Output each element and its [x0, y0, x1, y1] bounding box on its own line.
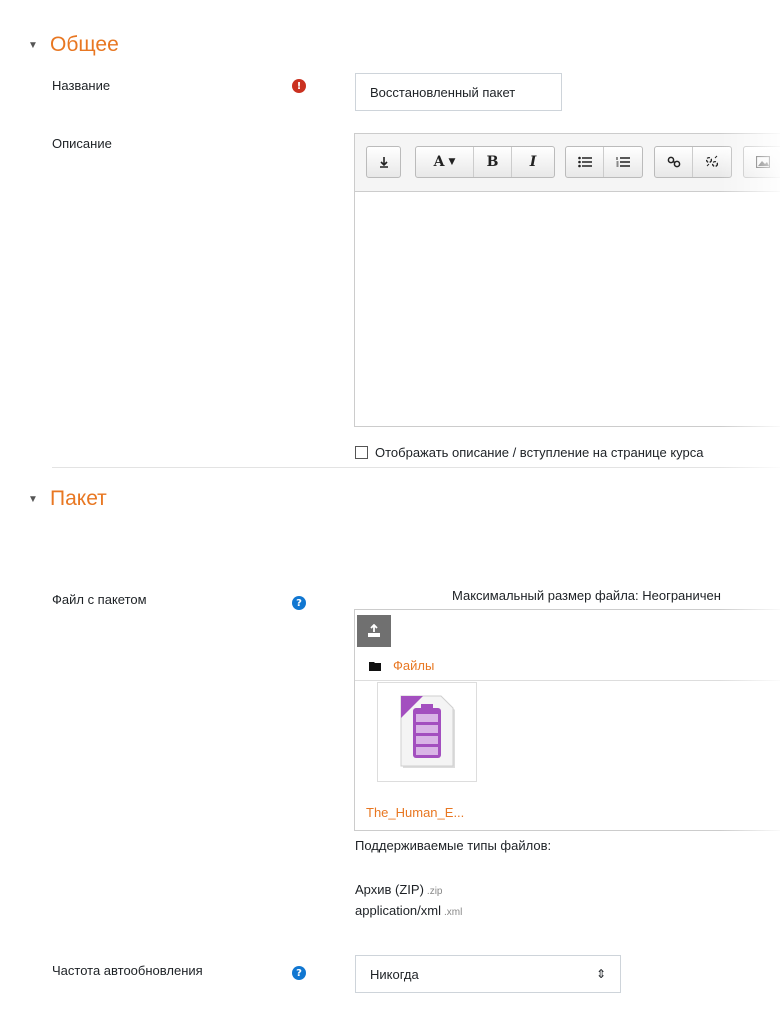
- link-button[interactable]: [655, 147, 693, 177]
- toolbar-group-media: [743, 146, 780, 178]
- unlink-button[interactable]: [693, 147, 731, 177]
- section-general-toggle[interactable]: ▼ Общее: [28, 33, 119, 57]
- description-editor: A ▼ B I: [354, 133, 780, 427]
- package-file-thumbnail[interactable]: [377, 682, 477, 782]
- archive-file-icon: [400, 695, 455, 768]
- select-arrow-icon: ⇕: [595, 967, 606, 981]
- file-type-ext: .xml: [444, 907, 463, 918]
- autoupdate-select[interactable]: Никогда ⇕: [355, 955, 621, 993]
- max-file-size: Максимальный размер файла: Неограничен: [452, 588, 721, 603]
- font-style-button[interactable]: A ▼: [416, 147, 474, 177]
- toolbar-group-lists: [565, 146, 643, 178]
- show-description-row: Отображать описание / вступление на стра…: [355, 445, 703, 460]
- file-type-zip: Архив (ZIP) .zip: [355, 882, 442, 897]
- package-file-label: Файл с пакетом: [52, 592, 147, 607]
- help-icon[interactable]: ?: [292, 596, 306, 610]
- bold-button[interactable]: B: [474, 147, 512, 177]
- image-button[interactable]: [744, 147, 780, 177]
- files-folder-link[interactable]: Файлы: [393, 658, 434, 673]
- file-type-name: application/xml: [355, 903, 441, 918]
- file-manager: Файлы The_Human_E...: [354, 609, 780, 831]
- show-more-buttons-icon[interactable]: [367, 147, 400, 177]
- caret-down-icon: ▼: [28, 39, 38, 51]
- bold-icon: B: [486, 154, 499, 170]
- italic-icon: I: [529, 154, 537, 170]
- font-style-icon: A: [433, 154, 445, 170]
- link-icon: [667, 156, 680, 168]
- section-package-toggle[interactable]: ▼ Пакет: [28, 487, 107, 511]
- unlink-icon: [705, 155, 719, 168]
- unordered-list-button[interactable]: [566, 147, 604, 177]
- show-description-checkbox[interactable]: [355, 446, 368, 459]
- form-panel: ▼ Общее Название ! Восстановленный пакет…: [0, 0, 780, 1012]
- unordered-list-icon: [577, 156, 592, 168]
- toolbar-group-links: [654, 146, 732, 178]
- ordered-list-button[interactable]: [604, 147, 642, 177]
- help-icon[interactable]: ?: [292, 966, 306, 980]
- toolbar-group-style: A ▼ B I: [415, 146, 555, 178]
- toolbar-group-collapse: [366, 146, 401, 178]
- section-general-title: Общее: [50, 33, 119, 56]
- image-icon: [756, 156, 770, 168]
- file-path-breadcrumb: Файлы: [369, 658, 434, 673]
- name-input[interactable]: Восстановленный пакет: [355, 73, 562, 111]
- editor-toolbar: A ▼ B I: [355, 134, 780, 192]
- italic-button[interactable]: I: [512, 147, 554, 177]
- autoupdate-value: Никогда: [370, 966, 419, 982]
- section-package-title: Пакет: [50, 487, 107, 510]
- upload-button[interactable]: [357, 615, 391, 647]
- file-type-xml: application/xml .xml: [355, 903, 462, 918]
- package-file-name[interactable]: The_Human_E...: [366, 805, 464, 820]
- required-icon: !: [292, 79, 306, 93]
- file-manager-separator: [355, 680, 780, 681]
- folder-icon: [369, 661, 381, 671]
- upload-icon: [368, 624, 380, 637]
- show-description-label: Отображать описание / вступление на стра…: [375, 445, 704, 460]
- name-label: Название: [52, 78, 111, 93]
- file-type-name: Архив (ZIP): [355, 882, 424, 897]
- editor-content-area[interactable]: [355, 192, 780, 426]
- description-label: Описание: [52, 136, 112, 151]
- autoupdate-label: Частота автообновления: [52, 963, 203, 978]
- file-type-ext: .zip: [426, 886, 443, 897]
- supported-types-label: Поддерживаемые типы файлов:: [355, 838, 552, 853]
- section-divider: [52, 467, 780, 468]
- ordered-list-icon: [616, 157, 630, 167]
- file-manager-toolbar: [355, 610, 780, 654]
- caret-down-icon: ▼: [28, 493, 38, 505]
